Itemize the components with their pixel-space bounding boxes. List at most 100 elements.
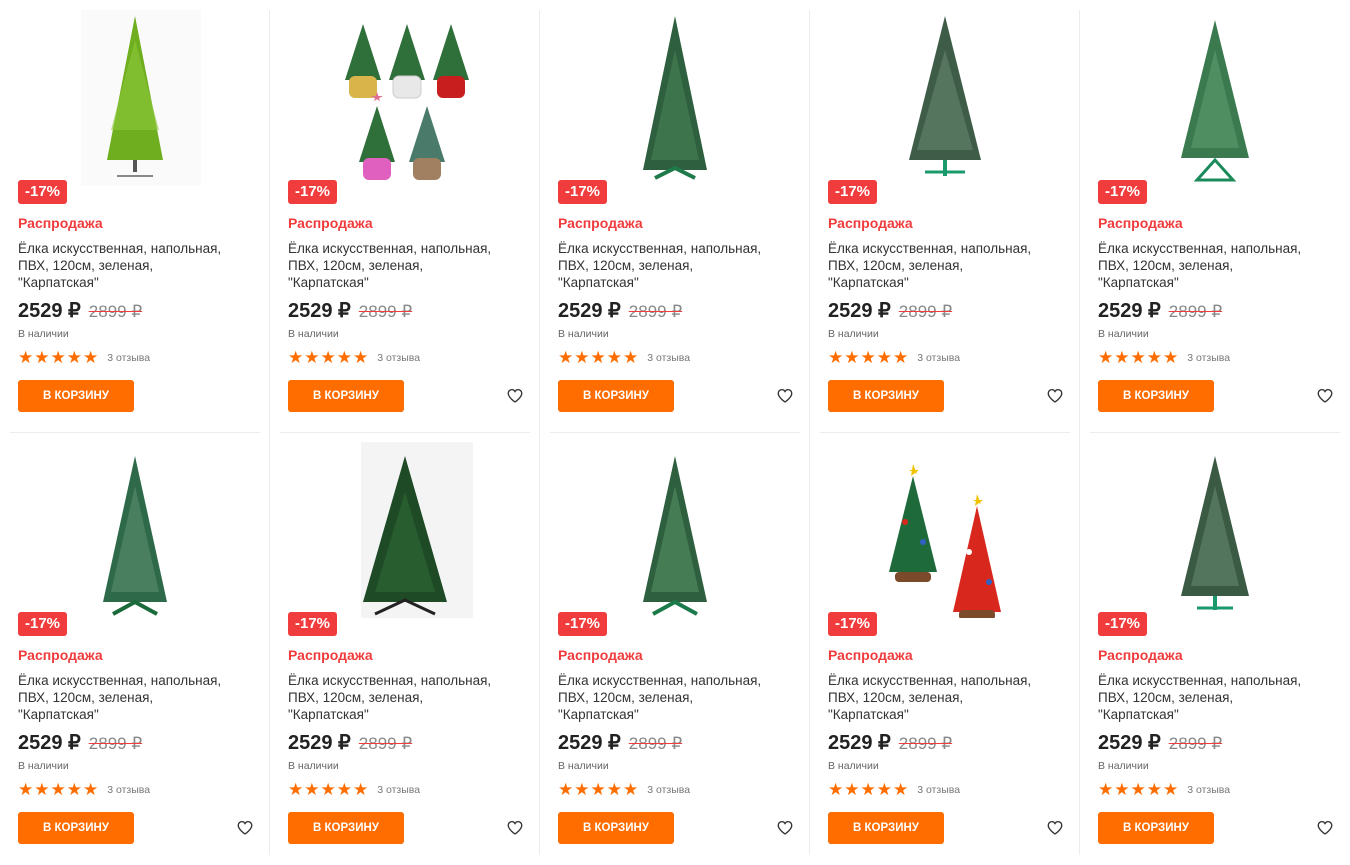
add-to-cart-button[interactable]: В КОРЗИНУ xyxy=(18,812,134,844)
add-to-cart-button[interactable]: В КОРЗИНУ xyxy=(828,380,944,412)
sale-label: Распродажа xyxy=(288,215,373,231)
star-rating-icon: ★★★★★ xyxy=(18,348,100,367)
stock-status: В наличии xyxy=(18,760,69,772)
old-price: 2899 ₽ xyxy=(898,734,953,753)
reviews-link[interactable]: 3 отзыва xyxy=(377,352,420,364)
current-price: 2529 ₽ xyxy=(1098,300,1161,322)
product-image[interactable] xyxy=(0,442,270,622)
product-image[interactable] xyxy=(540,10,810,190)
favorite-heart-icon[interactable] xyxy=(236,819,254,837)
product-card[interactable]: -17% Распродажа Ёлка искусственная, напо… xyxy=(0,0,270,432)
add-to-cart-button[interactable]: В КОРЗИНУ xyxy=(558,812,674,844)
old-price: 2899 ₽ xyxy=(628,302,683,321)
old-price: 2899 ₽ xyxy=(628,734,683,753)
current-price: 2529 ₽ xyxy=(828,732,891,754)
product-card[interactable]: -17% Распродажа Ёлка искусственная, напо… xyxy=(270,0,540,432)
discount-badge: -17% xyxy=(828,180,878,204)
rating: ★★★★★ 3 отзыва xyxy=(18,781,150,798)
discount-badge: -17% xyxy=(828,612,878,636)
favorite-heart-icon[interactable] xyxy=(776,387,794,405)
current-price: 2529 ₽ xyxy=(18,300,81,322)
stock-status: В наличии xyxy=(558,328,609,340)
favorite-heart-icon[interactable] xyxy=(1046,819,1064,837)
product-title[interactable]: Ёлка искусственная, напольная, ПВХ, 120с… xyxy=(1098,672,1313,723)
favorite-heart-icon[interactable] xyxy=(506,819,524,837)
reviews-link[interactable]: 3 отзыва xyxy=(647,352,690,364)
rating: ★★★★★ 3 отзыва xyxy=(288,781,420,798)
reviews-link[interactable]: 3 отзыва xyxy=(1187,352,1230,364)
product-title[interactable]: Ёлка искусственная, напольная, ПВХ, 120с… xyxy=(828,672,1043,723)
discount-badge: -17% xyxy=(1098,612,1148,636)
product-card[interactable]: -17% Распродажа Ёлка искусственная, напо… xyxy=(270,432,540,864)
stock-status: В наличии xyxy=(288,760,339,772)
discount-badge: -17% xyxy=(558,180,608,204)
price: 2529 ₽ 2899 ₽ xyxy=(1098,730,1222,755)
product-image[interactable] xyxy=(810,442,1080,622)
product-image[interactable] xyxy=(810,10,1080,190)
product-card[interactable]: -17% Распродажа Ёлка искусственная, напо… xyxy=(810,432,1080,864)
product-card[interactable]: -17% Распродажа Ёлка искусственная, напо… xyxy=(540,0,810,432)
star-rating-icon: ★★★★★ xyxy=(288,348,370,367)
sale-label: Распродажа xyxy=(558,647,643,663)
favorite-heart-icon[interactable] xyxy=(506,387,524,405)
reviews-link[interactable]: 3 отзыва xyxy=(647,784,690,796)
reviews-link[interactable]: 3 отзыва xyxy=(1187,784,1230,796)
product-title[interactable]: Ёлка искусственная, напольная, ПВХ, 120с… xyxy=(18,672,233,723)
reviews-link[interactable]: 3 отзыва xyxy=(917,784,960,796)
add-to-cart-button[interactable]: В КОРЗИНУ xyxy=(18,380,134,412)
favorite-heart-icon[interactable] xyxy=(1046,387,1064,405)
price: 2529 ₽ 2899 ₽ xyxy=(558,298,682,323)
product-title[interactable]: Ёлка искусственная, напольная, ПВХ, 120с… xyxy=(1098,240,1313,291)
favorite-heart-icon[interactable] xyxy=(1316,819,1334,837)
stock-status: В наличии xyxy=(558,760,609,772)
product-image[interactable] xyxy=(540,442,810,622)
product-card[interactable]: -17% Распродажа Ёлка искусственная, напо… xyxy=(0,432,270,864)
current-price: 2529 ₽ xyxy=(828,300,891,322)
reviews-link[interactable]: 3 отзыва xyxy=(107,352,150,364)
product-title[interactable]: Ёлка искусственная, напольная, ПВХ, 120с… xyxy=(828,240,1043,291)
price: 2529 ₽ 2899 ₽ xyxy=(828,298,952,323)
product-title[interactable]: Ёлка искусственная, напольная, ПВХ, 120с… xyxy=(558,672,773,723)
product-image[interactable] xyxy=(270,10,540,190)
product-card[interactable]: -17% Распродажа Ёлка искусственная, напо… xyxy=(540,432,810,864)
product-image[interactable] xyxy=(270,442,540,622)
price: 2529 ₽ 2899 ₽ xyxy=(18,730,142,755)
add-to-cart-button[interactable]: В КОРЗИНУ xyxy=(558,380,674,412)
product-title[interactable]: Ёлка искусственная, напольная, ПВХ, 120с… xyxy=(288,672,503,723)
current-price: 2529 ₽ xyxy=(558,732,621,754)
favorite-heart-icon[interactable] xyxy=(1316,387,1334,405)
rating: ★★★★★ 3 отзыва xyxy=(18,349,150,366)
sale-label: Распродажа xyxy=(828,647,913,663)
rating: ★★★★★ 3 отзыва xyxy=(1098,781,1230,798)
stock-status: В наличии xyxy=(828,760,879,772)
reviews-link[interactable]: 3 отзыва xyxy=(107,784,150,796)
product-title[interactable]: Ёлка искусственная, напольная, ПВХ, 120с… xyxy=(18,240,233,291)
stock-status: В наличии xyxy=(1098,328,1149,340)
add-to-cart-button[interactable]: В КОРЗИНУ xyxy=(288,380,404,412)
rating: ★★★★★ 3 отзыва xyxy=(828,349,960,366)
product-card[interactable]: -17% Распродажа Ёлка искусственная, напо… xyxy=(1080,432,1350,864)
current-price: 2529 ₽ xyxy=(288,732,351,754)
add-to-cart-button[interactable]: В КОРЗИНУ xyxy=(1098,380,1214,412)
product-image[interactable] xyxy=(1080,442,1350,622)
product-card[interactable]: -17% Распродажа Ёлка искусственная, напо… xyxy=(1080,0,1350,432)
product-image[interactable] xyxy=(0,10,270,190)
stock-status: В наличии xyxy=(18,328,69,340)
product-title[interactable]: Ёлка искусственная, напольная, ПВХ, 120с… xyxy=(558,240,773,291)
product-title[interactable]: Ёлка искусственная, напольная, ПВХ, 120с… xyxy=(288,240,503,291)
add-to-cart-button[interactable]: В КОРЗИНУ xyxy=(1098,812,1214,844)
old-price: 2899 ₽ xyxy=(88,734,143,753)
reviews-link[interactable]: 3 отзыва xyxy=(917,352,960,364)
rating: ★★★★★ 3 отзыва xyxy=(558,781,690,798)
reviews-link[interactable]: 3 отзыва xyxy=(377,784,420,796)
add-to-cart-button[interactable]: В КОРЗИНУ xyxy=(828,812,944,844)
add-to-cart-button[interactable]: В КОРЗИНУ xyxy=(288,812,404,844)
product-image[interactable] xyxy=(1080,10,1350,190)
favorite-heart-icon[interactable] xyxy=(776,819,794,837)
discount-badge: -17% xyxy=(18,612,68,636)
current-price: 2529 ₽ xyxy=(1098,732,1161,754)
price: 2529 ₽ 2899 ₽ xyxy=(558,730,682,755)
product-card[interactable]: -17% Распродажа Ёлка искусственная, напо… xyxy=(810,0,1080,432)
rating: ★★★★★ 3 отзыва xyxy=(828,781,960,798)
discount-badge: -17% xyxy=(18,180,68,204)
